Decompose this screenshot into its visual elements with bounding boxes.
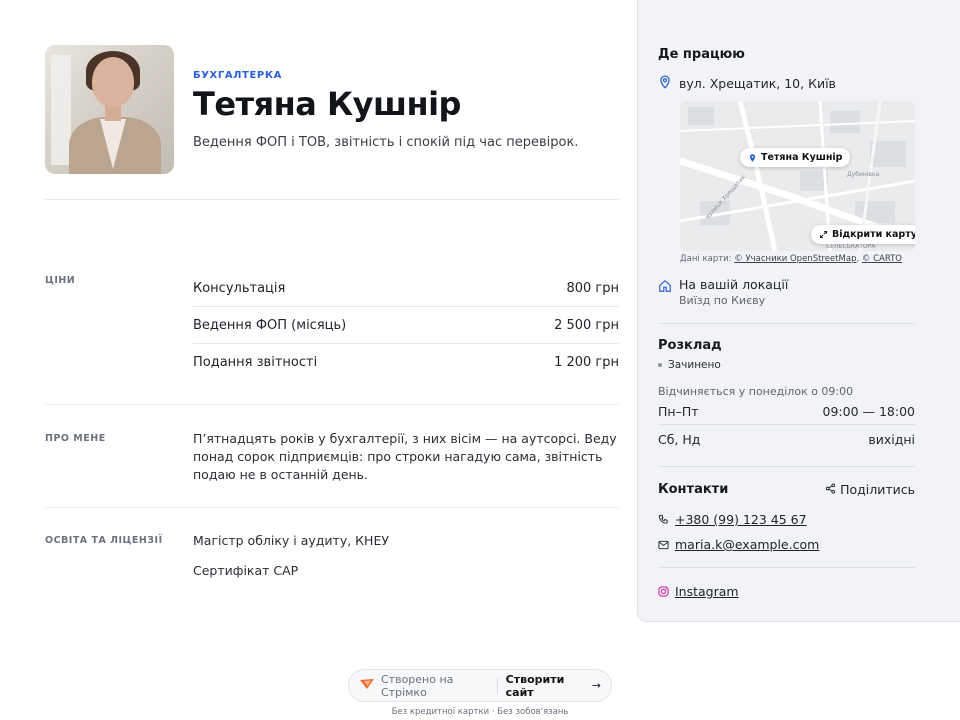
mail-icon	[658, 535, 669, 554]
home-icon	[658, 278, 672, 307]
divider	[658, 466, 915, 467]
map-pin-label[interactable]: Тетяна Кушнір	[740, 148, 851, 167]
price-row: Ведення ФОП (місяць) 2 500 грн	[193, 307, 619, 344]
brand-logo-icon	[359, 678, 375, 693]
education-label: ОСВІТА ТА ЛІЦЕНЗІЇ	[45, 535, 163, 546]
price-value: 1 200 грн	[554, 355, 619, 370]
expand-icon	[819, 230, 828, 239]
divider	[45, 404, 619, 405]
share-icon	[825, 482, 836, 497]
contacts-title: Контакти	[658, 482, 729, 497]
open-map-button[interactable]: Відкрити карту	[811, 225, 915, 244]
map-pin-text: Тетяна Кушнір	[761, 152, 843, 163]
divider	[658, 323, 915, 324]
map-pin-icon	[748, 153, 757, 163]
onsite-sub: Виїзд по Києву	[679, 294, 766, 307]
map-district-label: Дубинівка	[847, 171, 880, 178]
education-item: Магістр обліку і аудиту, КНЕУ	[193, 533, 389, 548]
phone-link[interactable]: +380 (99) 123 45 67	[675, 512, 807, 527]
schedule-days: Пн–Пт	[658, 404, 699, 419]
instagram-row: Instagram	[658, 582, 915, 601]
status-badge: Зачинено	[668, 359, 721, 371]
tagline: Ведення ФОП і ТОВ, звітність і спокій пі…	[193, 135, 579, 150]
education-item: Сертифікат CAP	[193, 563, 299, 578]
about-label: ПРО МЕНЕ	[45, 433, 106, 444]
credit-separator: ,	[856, 254, 860, 264]
footer-badge: Створено на Стрімко Створити сайт →	[348, 669, 612, 702]
profile-hero: БУХГАЛТЕРКА Тетяна Кушнір Ведення ФОП і …	[45, 45, 619, 200]
price-row: Консультація 800 грн	[193, 270, 619, 307]
contacts-header: Контакти Поділитись	[658, 482, 915, 497]
price-value: 800 грн	[566, 280, 619, 296]
status-dot	[658, 363, 662, 367]
arrow-right-icon: →	[591, 679, 602, 692]
map-pin-icon	[658, 74, 672, 93]
map-preview[interactable]: вулиця Хрещатик Дубинівка БЕЛЬСЬКАТОРА Т…	[680, 101, 915, 251]
schedule-hours: 09:00 — 18:00	[822, 404, 916, 419]
sidebar: Де працюю вул. Хрещатик, 10, Київ вулиця…	[637, 0, 960, 622]
price-name: Ведення ФОП (місяць)	[193, 317, 347, 333]
price-value: 2 500 грн	[554, 317, 619, 333]
divider	[658, 567, 915, 568]
divider	[45, 507, 619, 508]
carto-link[interactable]: © CARTO	[862, 254, 902, 264]
price-row: Подання звітності 1 200 грн	[193, 344, 619, 381]
schedule-title: Розклад	[658, 338, 722, 353]
email-row: maria.k@example.com	[658, 535, 915, 554]
footer-separator	[496, 677, 498, 694]
email-link[interactable]: maria.k@example.com	[675, 537, 819, 552]
credit-prefix: Дані карти:	[680, 254, 732, 264]
create-site-button[interactable]: Створити сайт	[506, 673, 586, 699]
schedule-row: Сб, Нд вихідні	[658, 432, 915, 447]
share-button[interactable]: Поділитись	[825, 482, 915, 497]
map-credit: Дані карти: © Учасники OpenStreetMap, © …	[680, 254, 902, 264]
next-open-text: Відчиняється у понеділок о 09:00	[658, 385, 854, 398]
schedule-row: Пн–Пт 09:00 — 18:00	[658, 404, 915, 419]
phone-icon	[658, 510, 669, 529]
price-name: Подання звітності	[193, 355, 318, 370]
status-row: Зачинено	[658, 359, 915, 371]
schedule-days: Сб, Нд	[658, 432, 701, 447]
map-area-label: БЕЛЬСЬКАТОРА	[826, 243, 876, 250]
divider	[658, 424, 915, 425]
instagram-link[interactable]: Instagram	[675, 584, 739, 599]
onsite-title: На вашій локації	[679, 277, 789, 292]
phone-row: +380 (99) 123 45 67	[658, 510, 915, 529]
share-label: Поділитись	[840, 482, 915, 497]
divider	[45, 199, 619, 200]
onsite-row: На вашій локації Виїзд по Києву	[658, 277, 915, 307]
about-text: П’ятнадцять років у бухгалтерії, з них в…	[193, 431, 617, 482]
osm-link[interactable]: © Учасники OpenStreetMap	[734, 254, 856, 264]
made-with-label[interactable]: Створено на Стрімко	[381, 673, 489, 699]
address-text: вул. Хрещатик, 10, Київ	[679, 76, 836, 91]
open-map-label: Відкрити карту	[832, 229, 915, 240]
address-row: вул. Хрещатик, 10, Київ	[658, 74, 915, 93]
avatar	[45, 45, 174, 174]
prices-label: ЦІНИ	[45, 275, 76, 286]
page-title: Тетяна Кушнір	[193, 85, 461, 123]
profession-label: БУХГАЛТЕРКА	[193, 70, 282, 81]
schedule-hours: вихідні	[868, 432, 915, 447]
price-name: Консультація	[193, 280, 286, 296]
instagram-icon	[658, 582, 669, 601]
location-title: Де працюю	[658, 47, 745, 62]
footer-note: Без кредитної картки · Без зобов'язань	[391, 707, 569, 717]
